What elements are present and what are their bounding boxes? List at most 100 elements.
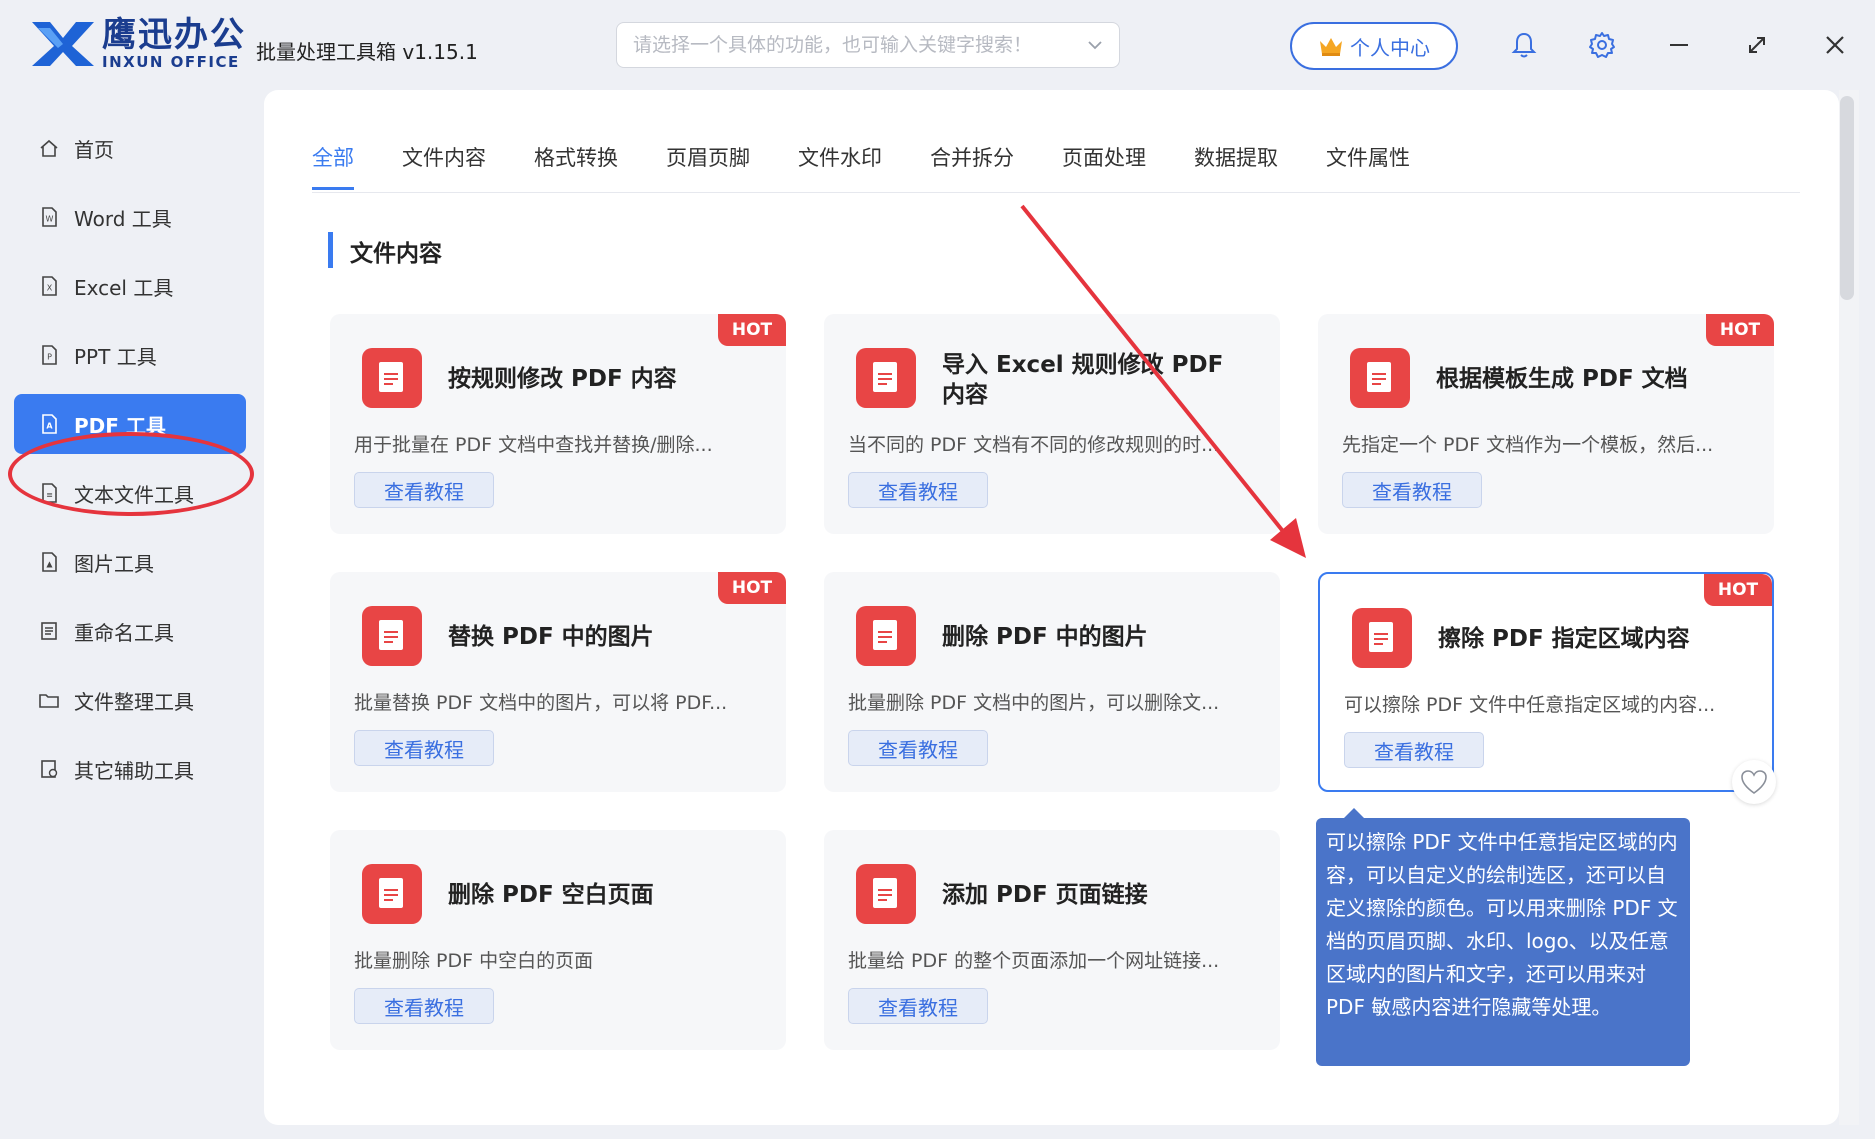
sidebar-item-8[interactable]: 文件整理工具 xyxy=(14,670,246,730)
tab-1[interactable]: 文件内容 xyxy=(402,142,486,190)
search-input[interactable] xyxy=(633,23,1073,67)
view-tutorial-button[interactable]: 查看教程 xyxy=(848,988,988,1024)
view-tutorial-button[interactable]: 查看教程 xyxy=(848,730,988,766)
tool-card[interactable]: 根据模板生成 PDF 文档 先指定一个 PDF 文档作为一个模板，然后... 查看教… xyxy=(1318,314,1774,534)
tool-card-description: 批量删除 PDF 中空白的页面 xyxy=(354,950,594,972)
pdf-tool-icon xyxy=(362,348,422,408)
sidebar-item-label: 文件整理工具 xyxy=(74,689,194,714)
tab-4[interactable]: 文件水印 xyxy=(798,142,882,190)
tool-card-description: 批量给 PDF 的整个页面添加一个网址链接... xyxy=(848,950,1220,972)
tab-3[interactable]: 页眉页脚 xyxy=(666,142,750,190)
sidebar-item-0[interactable]: 首页 xyxy=(14,118,246,178)
sidebar-item-3[interactable]: P PPT 工具 xyxy=(14,325,246,385)
pdf-tool-icon xyxy=(362,864,422,924)
pdf-tool-icon xyxy=(1352,608,1412,668)
svg-text:X: X xyxy=(47,284,53,293)
tab-divider xyxy=(312,192,1800,193)
tool-card-title: 根据模板生成 PDF 文档 xyxy=(1436,366,1688,392)
tooltip: 可以擦除 PDF 文件中任意指定区域的内容，可以自定义的绘制选区，还可以自定义擦… xyxy=(1316,808,1690,1066)
tool-card-description: 批量替换 PDF 文档中的图片，可以将 PDF... xyxy=(354,692,728,714)
tools-icon xyxy=(41,760,58,778)
sidebar-item-label: PDF 工具 xyxy=(74,413,166,438)
sidebar-item-label: Word 工具 xyxy=(74,206,172,231)
sidebar-item-4[interactable]: A PDF 工具 xyxy=(14,394,246,454)
search-box[interactable] xyxy=(616,22,1120,68)
view-tutorial-button[interactable]: 查看教程 xyxy=(1344,732,1484,768)
app-title: 批量处理工具箱 v1.15.1 xyxy=(256,40,478,64)
svg-text:≡: ≡ xyxy=(46,491,53,500)
minimize-icon[interactable] xyxy=(1664,30,1694,60)
scrollbar-thumb[interactable] xyxy=(1840,96,1854,300)
heart-icon xyxy=(1741,770,1767,794)
view-tutorial-button[interactable]: 查看教程 xyxy=(1342,472,1482,508)
tool-card-title: 导入 Excel 规则修改 PDF 内容 xyxy=(942,352,1224,408)
tool-card-description: 当不同的 PDF 文档有不同的修改规则的时... xyxy=(848,434,1220,456)
tool-card-title: 擦除 PDF 指定区域内容 xyxy=(1438,626,1690,652)
hot-badge: HOT xyxy=(718,572,786,604)
tool-card[interactable]: 替换 PDF 中的图片批量替换 PDF 文档中的图片，可以将 PDF... 查看教… xyxy=(330,572,786,792)
sidebar-item-2[interactable]: X Excel 工具 xyxy=(14,256,246,316)
view-tutorial-button[interactable]: 查看教程 xyxy=(354,730,494,766)
tool-card[interactable]: 删除 PDF 中的图片批量删除 PDF 文档中的图片，可以删除文... 查看教程 xyxy=(824,572,1280,792)
hot-badge: HOT xyxy=(718,314,786,346)
sidebar-item-1[interactable]: W Word 工具 xyxy=(14,187,246,247)
view-tutorial-button[interactable]: 查看教程 xyxy=(848,472,988,508)
view-tutorial-button[interactable]: 查看教程 xyxy=(354,988,494,1024)
sidebar-item-label: 其它辅助工具 xyxy=(74,758,194,783)
tab-7[interactable]: 数据提取 xyxy=(1194,142,1278,190)
inxun-logo xyxy=(32,22,94,66)
ppt-file-icon: P xyxy=(42,345,57,365)
pdf-file-icon: A xyxy=(42,414,57,434)
sidebar-item-label: Excel 工具 xyxy=(74,275,174,300)
hot-badge: HOT xyxy=(1706,314,1774,346)
sidebar-item-label: 首页 xyxy=(74,137,114,162)
title-bar: 鹰迅办公 INXUN OFFICE 批量处理工具箱 v1.15.1 个人中心 xyxy=(0,0,1875,90)
tool-card-description: 用于批量在 PDF 文档中查找并替换/删除... xyxy=(354,434,713,456)
svg-text:P: P xyxy=(47,353,52,362)
tool-card-description: 可以擦除 PDF 文件中任意指定区域的内容... xyxy=(1344,694,1716,716)
tool-card-title: 删除 PDF 中的图片 xyxy=(942,624,1148,650)
folder-icon xyxy=(39,694,59,708)
tool-card[interactable]: 删除 PDF 空白页面 批量删除 PDF 中空白的页面 查看教程 xyxy=(330,830,786,1050)
tab-6[interactable]: 页面处理 xyxy=(1062,142,1146,190)
user-center-button[interactable]: 个人中心 xyxy=(1290,22,1458,70)
home-icon xyxy=(40,139,58,157)
favorite-heart-button[interactable] xyxy=(1732,760,1776,804)
tool-card[interactable]: 添加 PDF 页面链接批量给 PDF 的整个页面添加一个网址链接... 查看教程 xyxy=(824,830,1280,1050)
tool-card-description: 批量删除 PDF 文档中的图片，可以删除文... xyxy=(848,692,1220,714)
sidebar-item-label: 文本文件工具 xyxy=(74,482,194,507)
crown-icon xyxy=(1320,38,1342,56)
view-tutorial-button[interactable]: 查看教程 xyxy=(354,472,494,508)
svg-text:W: W xyxy=(46,215,54,224)
close-icon[interactable] xyxy=(1820,30,1850,60)
tab-0[interactable]: 全部 xyxy=(312,142,354,190)
tab-2[interactable]: 格式转换 xyxy=(534,142,618,190)
sidebar-item-6[interactable]: ▲ 图片工具 xyxy=(14,532,246,592)
pdf-tool-icon xyxy=(1350,348,1410,408)
gear-icon[interactable] xyxy=(1587,30,1617,60)
excel-file-icon: X xyxy=(42,276,57,296)
tool-card-title: 添加 PDF 页面链接 xyxy=(942,882,1148,908)
brand-name-en: INXUN OFFICE xyxy=(102,53,240,71)
brand: 鹰迅办公 INXUN OFFICE xyxy=(102,16,246,70)
maximize-icon[interactable] xyxy=(1742,30,1772,60)
svg-text:▲: ▲ xyxy=(46,560,53,569)
tool-card[interactable]: 擦除 PDF 指定区域内容可以擦除 PDF 文件中任意指定区域的内容... 查看教… xyxy=(1318,572,1774,792)
tab-5[interactable]: 合并拆分 xyxy=(930,142,1014,190)
tab-8[interactable]: 文件属性 xyxy=(1326,142,1410,190)
brand-name: 鹰迅办公 xyxy=(102,15,246,55)
sidebar-item-5[interactable]: ≡ 文本文件工具 xyxy=(14,463,246,523)
bell-icon[interactable] xyxy=(1509,30,1539,60)
tool-card-title: 替换 PDF 中的图片 xyxy=(448,624,654,650)
category-tabs: 全部 文件内容 格式转换 页眉页脚 文件水印 合并拆分 页面处理 数据提取 文件属性 xyxy=(312,142,1458,190)
sidebar-item-label: 图片工具 xyxy=(74,551,154,576)
tool-card-title: 按规则修改 PDF 内容 xyxy=(448,366,677,392)
chevron-down-icon[interactable] xyxy=(1085,35,1105,55)
tool-card[interactable]: 导入 Excel 规则修改 PDF 内容当不同的 PDF 文档有不同的修改规则的… xyxy=(824,314,1280,534)
sidebar-item-7[interactable]: 重命名工具 xyxy=(14,601,246,661)
tool-card[interactable]: 按规则修改 PDF 内容用于批量在 PDF 文档中查找并替换/删除... 查看教程… xyxy=(330,314,786,534)
word-file-icon: W xyxy=(42,207,57,227)
pdf-tool-icon xyxy=(362,606,422,666)
sidebar-item-label: PPT 工具 xyxy=(74,344,157,369)
sidebar-item-9[interactable]: 其它辅助工具 xyxy=(14,739,246,799)
